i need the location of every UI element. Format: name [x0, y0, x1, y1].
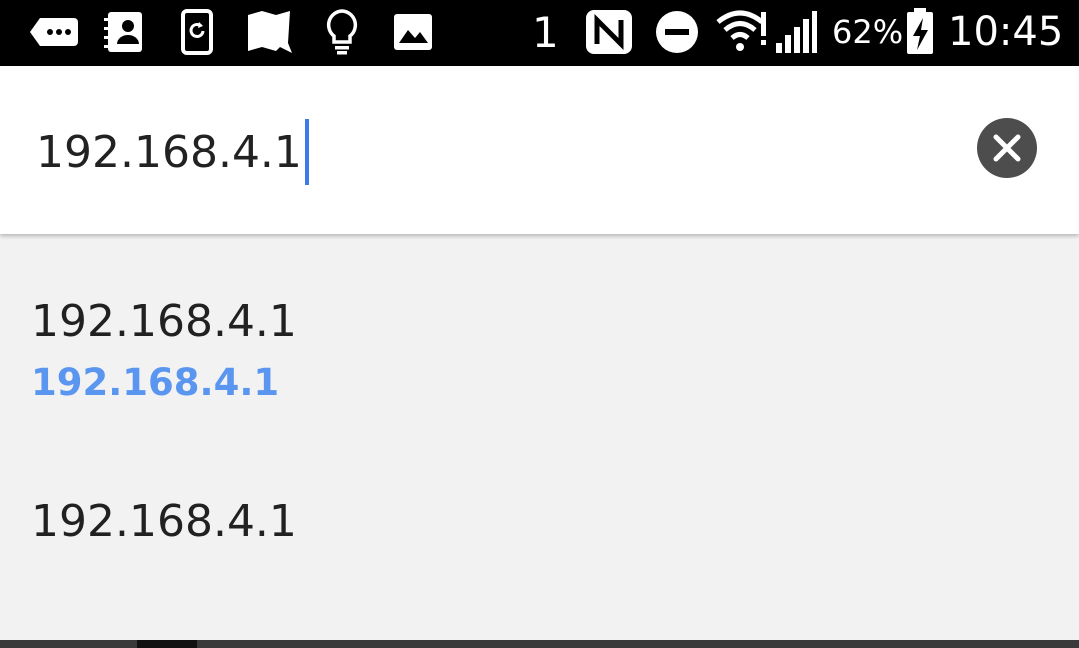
suggestion-title: 192.168.4.1 — [31, 496, 297, 547]
lightbulb-icon — [324, 8, 360, 56]
url-input[interactable]: 192.168.4.1 — [36, 119, 309, 185]
nfc-icon — [584, 8, 634, 56]
wifi-icon — [716, 8, 768, 56]
messages-icon — [26, 8, 80, 56]
image-icon — [392, 8, 434, 56]
map-icon — [244, 8, 294, 56]
clock: 10:45 — [948, 9, 1064, 55]
text-caret — [304, 119, 309, 185]
suggestion-title: 192.168.4.1 — [31, 296, 297, 347]
signal-icon — [774, 8, 818, 56]
do-not-disturb-icon — [654, 8, 700, 56]
clear-icon — [993, 134, 1021, 162]
clear-button[interactable] — [977, 118, 1037, 178]
nav-indicator — [137, 640, 197, 648]
suggestion-url: 192.168.4.1 — [31, 361, 280, 404]
sim-slot-indicator: 1 — [532, 7, 559, 57]
suggestion-item[interactable]: 192.168.4.1 — [0, 436, 1079, 640]
suggestion-list: 192.168.4.1 192.168.4.1 192.168.4.1 — [0, 236, 1079, 640]
status-bar: 1 62% 10:45 — [0, 0, 1079, 66]
battery-charging-icon — [904, 8, 936, 56]
suggestion-item[interactable]: 192.168.4.1 192.168.4.1 — [0, 236, 1079, 436]
url-bar: 192.168.4.1 — [0, 66, 1079, 234]
url-input-text: 192.168.4.1 — [36, 126, 302, 178]
battery-percent: 62% — [832, 13, 904, 51]
phone-rotate-icon — [180, 8, 214, 56]
contacts-icon — [102, 8, 146, 56]
navigation-bar — [0, 640, 1079, 648]
